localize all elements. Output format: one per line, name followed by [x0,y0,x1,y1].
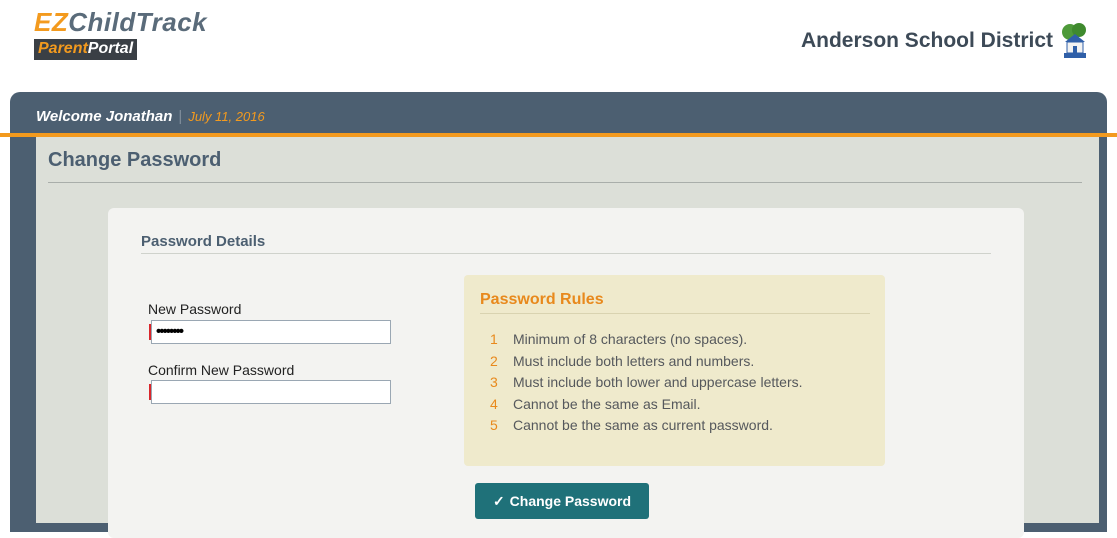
district-branding: Anderson School District [801,22,1091,60]
confirm-password-label: Confirm New Password [148,362,295,378]
new-password-value: •••••••• [156,323,184,340]
rules-title: Password Rules [480,291,604,308]
page-title: Change Password [48,149,222,171]
rule-number: 2 [490,352,498,369]
required-indicator [149,324,151,340]
welcome-text: Welcome Jonathan [36,108,173,125]
rule-item: 5 Cannot be the same as current password. [490,415,803,437]
rules-divider [480,313,870,314]
new-password-label: New Password [148,301,242,317]
logo-portal: Portal [87,40,134,57]
rule-item: 4 Cannot be the same as Email. [490,394,803,416]
rule-item: 2 Must include both letters and numbers. [490,351,803,373]
logo-ez: EZ [34,7,69,37]
section-divider [141,253,991,254]
rule-text: Cannot be the same as current password. [513,417,773,433]
rule-number: 3 [490,374,498,390]
welcome-separator: | [178,108,183,125]
content-area: Change Password Password Details New Pas… [36,137,1099,538]
title-divider [48,182,1082,183]
district-name: Anderson School District [800,29,1053,52]
rule-item: 3 Must include both lower and uppercase l… [490,372,803,394]
welcome-date: July 11, 2016 [188,109,265,124]
new-password-input[interactable]: •••••••• [149,320,391,344]
rule-item: 1 Minimum of 8 characters (no spaces). [490,329,803,351]
welcome-bar: Welcome Jonathan | July 11, 2016 [36,108,265,125]
password-card: Password Details New Password •••••••• C… [108,208,1024,538]
school-house-icon [1062,23,1086,58]
required-indicator [149,384,151,400]
rules-list: 1 Minimum of 8 characters (no spaces). 2M… [490,329,803,437]
logo-parentportal: ParentPortal [34,39,138,60]
change-password-button[interactable]: ✓ Change Password [475,483,649,519]
check-icon: ✓ [492,492,505,509]
rule-text: Minimum of 8 characters (no spaces). [513,331,748,347]
change-password-label: Change Password [509,493,632,509]
rule-text: Must include both letters and numbers. [513,352,755,369]
rule-number: 1 [490,331,498,347]
rule-text: Must include both lower and uppercase le… [513,374,803,390]
password-rules-box: Password Rules 1 Minimum of 8 characters … [464,275,885,466]
rule-number: 5 [490,417,498,433]
logo-childtrack: ChildTrack [68,7,208,37]
app-logo: EZChildTrack ParentPortal [34,8,207,60]
confirm-password-input[interactable] [149,380,391,404]
rule-text: Cannot be the same as Email. [513,395,701,412]
logo-parent: Parent [38,40,88,57]
logo-wordmark: EZChildTrack [34,8,207,36]
section-title: Password Details [141,233,266,250]
rule-number: 4 [490,395,498,412]
